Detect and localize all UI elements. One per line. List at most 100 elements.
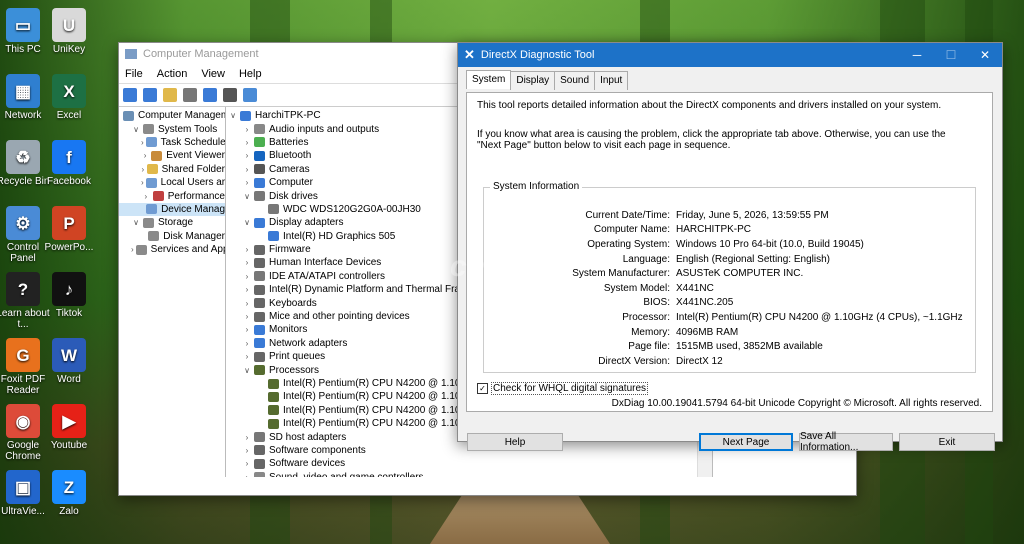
menu-item[interactable]: Action [157,68,188,80]
dx-titlebar[interactable]: ✕ DirectX Diagnostic Tool ─ ☐ ✕ [458,43,1002,67]
expand-icon[interactable]: › [242,285,252,294]
expand-icon[interactable]: › [242,178,252,187]
expand-icon[interactable]: › [141,165,145,174]
tree-item[interactable]: › Shared Folder [119,163,225,176]
expand-icon[interactable]: › [242,339,252,348]
tree-item[interactable]: › Sound, video and game controllers [226,471,712,477]
tree-item-label: Task Schedule [160,136,226,148]
menu-item[interactable]: View [201,68,225,80]
expand-icon[interactable]: › [242,312,252,321]
forward-icon[interactable] [143,88,157,102]
desktop-icon[interactable]: f Facebook [39,140,99,187]
expand-icon[interactable]: › [131,245,134,254]
maximize-icon[interactable]: ☐ [934,48,968,62]
tree-item-label: System Tools [158,123,218,135]
desktop-icon[interactable]: X Excel [39,74,99,121]
tree-item[interactable]: › Services and Appl [119,243,225,256]
tree-item[interactable]: › Local Users ar [119,176,225,189]
device-icon [254,458,265,469]
expand-icon[interactable]: › [242,245,252,254]
collapse-icon[interactable]: ∨ [131,218,141,227]
tab-sound[interactable]: Sound [554,71,596,90]
tree-item[interactable]: Computer Managem [119,109,225,122]
collapse-icon[interactable]: ∨ [242,192,252,201]
back-icon[interactable] [123,88,137,102]
tree-item-label: Audio inputs and outputs [269,123,380,135]
desktop-icon[interactable]: ▶ Youtube [39,404,99,451]
expand-icon[interactable]: › [141,138,144,147]
tree-item[interactable]: › Task Schedule [119,136,225,149]
close-icon[interactable]: ✕ [968,48,1002,62]
properties-icon[interactable] [183,88,197,102]
expand-icon[interactable]: › [242,446,252,455]
next-page-button[interactable]: Next Page [699,433,793,451]
tab-input[interactable]: Input [594,71,629,90]
desktop-icon-label: Word [57,374,81,385]
collapse-icon[interactable]: ∨ [228,111,238,120]
expand-icon[interactable]: › [242,433,252,442]
instructions-text: If you know what area is causing the pro… [477,129,946,151]
info-value: Windows 10 Pro 64-bit (10.0, Build 19045… [676,238,864,250]
expand-icon[interactable]: › [242,299,252,308]
tree-item-label: Display adapters [269,217,344,229]
tree-item[interactable]: › Software devices [226,457,712,470]
info-value: X441NC [676,282,714,294]
desktop-icon[interactable]: P PowerPo... [39,206,99,253]
minimize-icon[interactable]: ─ [900,48,934,62]
checkbox-icon[interactable]: ✓ [477,383,488,394]
expand-icon[interactable]: › [141,151,149,160]
monitor-icon[interactable] [243,88,257,102]
device-icon [268,231,279,242]
expand-icon[interactable]: › [242,325,252,334]
tree-item[interactable]: Device Manag [119,202,225,217]
expand-icon[interactable]: › [242,473,252,477]
expand-icon[interactable]: › [242,258,252,267]
tree-item[interactable]: ∨ System Tools [119,122,225,135]
save-all-information-button[interactable]: Save All Information... [799,431,893,453]
expand-icon[interactable]: › [242,459,252,468]
computer-management-icon [125,49,137,59]
app-icon: ♻ [6,140,40,174]
device-icon [254,298,265,309]
tab-display[interactable]: Display [510,71,556,90]
menu-item[interactable]: Help [239,68,262,80]
cm-title: Computer Management [143,48,259,60]
collapse-icon[interactable]: ∨ [242,218,252,227]
expand-icon[interactable]: › [242,272,252,281]
expand-icon[interactable]: › [242,138,252,147]
desktop-icon[interactable]: W Word [39,338,99,385]
tree-item[interactable]: ∨ Storage [119,216,225,229]
tree-item-label: Firmware [269,244,311,256]
tree-item-label: Storage [158,217,194,229]
expand-icon[interactable]: › [141,192,151,201]
tree-item[interactable]: › Performance [119,189,225,202]
tree-item[interactable]: Disk Manager [119,230,225,243]
tree-item-label: Software components [269,444,366,456]
desktop-icon[interactable]: ♪ Tiktok [39,272,99,319]
tree-item-label: Computer [269,177,313,189]
expand-icon[interactable]: › [141,178,144,187]
tree-item-label: Intel(R) Pentium(R) CPU N4200 @ 1.10GHz [283,391,481,403]
tab-system[interactable]: System [466,70,512,89]
tree-item[interactable]: › Event Viewer [119,149,225,162]
menu-item[interactable]: File [125,68,143,80]
desktop-icon[interactable]: Z Zalo [39,470,99,517]
app-icon: ▦ [6,74,40,108]
tree-item-label: Batteries [269,136,309,148]
app-icon: U [52,8,86,42]
console-icon[interactable] [223,88,237,102]
collapse-icon[interactable]: ∨ [242,366,252,375]
expand-icon[interactable]: › [242,151,252,160]
expand-icon[interactable]: › [242,352,252,361]
device-icon [254,150,265,161]
help-button[interactable]: Help [467,433,563,451]
collapse-icon[interactable]: ∨ [131,125,141,134]
expand-icon[interactable]: › [242,165,252,174]
folder-icon[interactable] [163,88,177,102]
expand-icon[interactable]: › [242,125,252,134]
help-icon[interactable] [203,88,217,102]
whql-checkbox[interactable]: ✓ Check for WHQL digital signatures [477,382,649,395]
exit-button[interactable]: Exit [899,433,995,451]
device-icon [254,137,265,148]
desktop-icon[interactable]: U UniKey [39,8,99,55]
